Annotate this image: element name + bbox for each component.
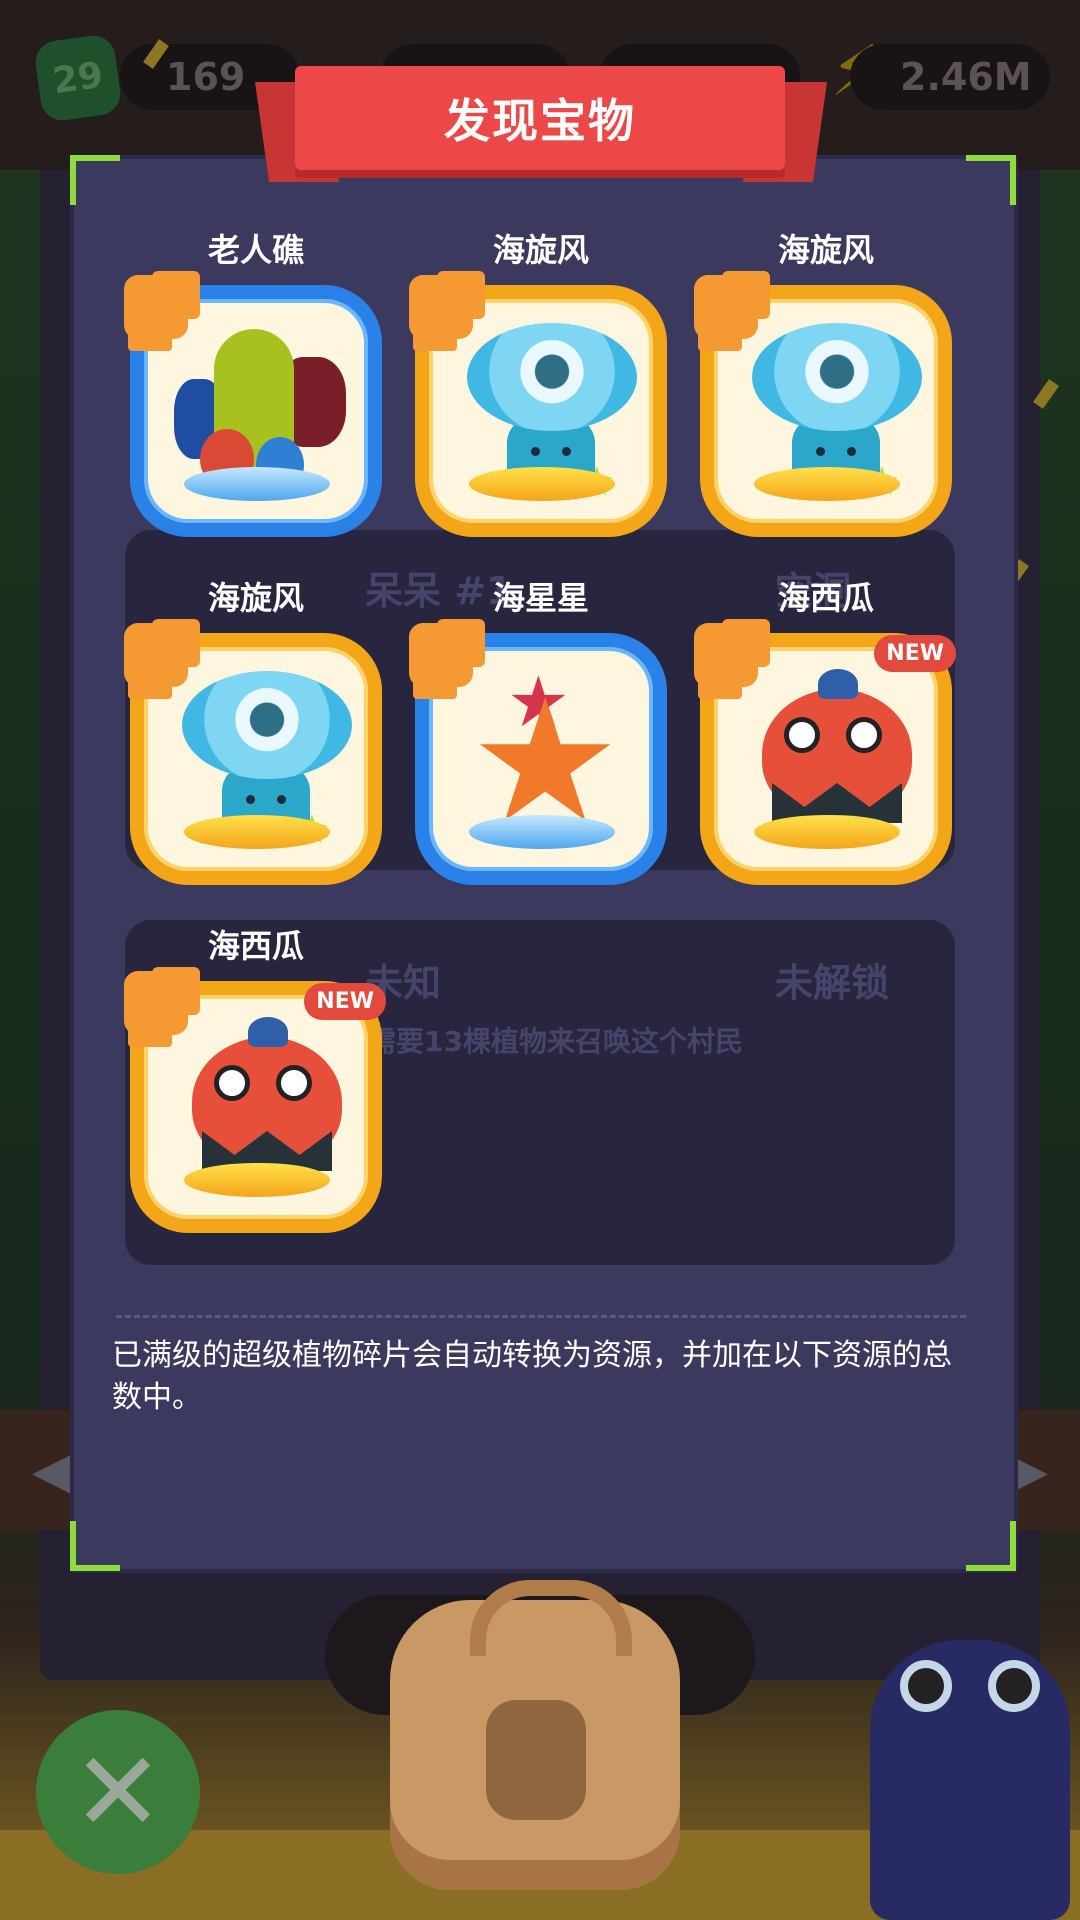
treasure-item[interactable]: 海星星 ★ ★ [409, 573, 667, 903]
treasure-item[interactable]: 海旋风 ★ [124, 573, 382, 903]
whirlwind-fan-icon [752, 323, 922, 431]
pedestal-icon [184, 1163, 330, 1197]
sprout-icon [486, 1700, 586, 1820]
new-badge: NEW [304, 983, 386, 1020]
treasure-item[interactable]: 海西瓜 NEW [124, 921, 386, 1251]
close-x-icon: ✕ [71, 1728, 165, 1856]
item-name: 海星星 [492, 579, 589, 617]
eye-icon [276, 1065, 312, 1101]
item-name: 海西瓜 [207, 927, 304, 965]
pedestal-icon [469, 467, 615, 501]
item-name: 海旋风 [207, 579, 304, 617]
close-button[interactable]: ✕ [36, 1710, 200, 1874]
pedestal-icon [754, 815, 900, 849]
treasure-item[interactable]: 海西瓜 NEW [694, 573, 956, 903]
treasure-item[interactable]: 海旋风 ★ [409, 225, 667, 555]
eye-icon [846, 717, 882, 753]
villager-hint-faded: 还需要13棵植物来召唤这个村民 [340, 1025, 743, 1058]
puzzle-piece-icon [124, 623, 188, 687]
pedestal-icon [184, 467, 330, 501]
pedestal-icon [184, 815, 330, 849]
title-ribbon: 发现宝物 [295, 66, 785, 170]
whirlwind-fan-icon [182, 671, 352, 779]
puzzle-piece-icon [694, 275, 758, 339]
backpack-icon[interactable] [390, 1580, 680, 1890]
treasure-item[interactable]: 海旋风 ★ [694, 225, 952, 555]
dialog-title: 发现宝物 [444, 94, 636, 148]
monster-character [870, 1640, 1070, 1920]
whirlwind-fan-icon [467, 323, 637, 431]
pedestal-icon [754, 467, 900, 501]
puzzle-piece-icon [694, 623, 758, 687]
dashed-divider [116, 1315, 966, 1318]
backpack-handle [470, 1580, 632, 1656]
corner-accent [70, 155, 120, 205]
treasure-item[interactable]: 老人礁 [124, 225, 382, 555]
item-name: 老人礁 [207, 231, 304, 269]
pedestal-icon [469, 815, 615, 849]
item-name: 海西瓜 [777, 579, 874, 617]
eye-icon [214, 1065, 250, 1101]
puzzle-piece-icon [124, 275, 188, 339]
info-text: 已满级的超级植物碎片会自动转换为资源，并加在以下资源的总数中。 [112, 1338, 952, 1415]
corner-accent [966, 1521, 1016, 1571]
puzzle-piece-icon [124, 971, 188, 1035]
melon-cap-icon [818, 669, 858, 699]
corner-accent [70, 1521, 120, 1571]
goggles-icon [900, 1660, 1040, 1712]
item-name: 海旋风 [777, 231, 874, 269]
puzzle-piece-icon [409, 623, 473, 687]
new-badge: NEW [874, 635, 956, 672]
corner-accent [966, 155, 1016, 205]
item-name: 海旋风 [492, 231, 589, 269]
puzzle-piece-icon [409, 275, 473, 339]
villager-status-faded: 未解锁 [775, 961, 890, 1005]
melon-cap-icon [248, 1017, 288, 1047]
eye-icon [784, 717, 820, 753]
